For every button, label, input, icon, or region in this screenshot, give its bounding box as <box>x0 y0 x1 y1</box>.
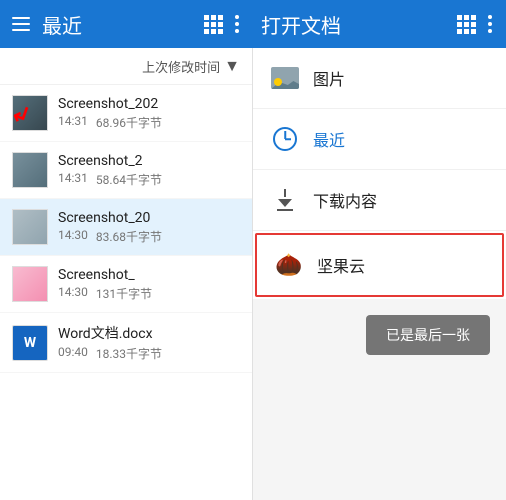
left-panel: ↱ 上次修改时间 ▼ Screenshot_202 14:31 <box>0 48 253 500</box>
file-meta: 14:31 68.96千字节 <box>58 114 240 131</box>
file-time: 14:30 <box>58 228 88 245</box>
file-thumbnail: W <box>12 325 48 361</box>
file-thumbnail <box>12 95 48 131</box>
file-thumbnail <box>12 152 48 188</box>
clock-icon <box>269 123 301 155</box>
left-panel-header: 最近 <box>0 0 253 48</box>
download-icon <box>269 184 301 216</box>
file-time: 14:31 <box>58 171 88 188</box>
menu-item-images[interactable]: 图片 <box>253 48 506 109</box>
menu-label-nutstore: 坚果云 <box>317 253 365 277</box>
list-item[interactable]: Screenshot_202 14:31 68.96千字节 <box>0 85 252 142</box>
file-name: Screenshot_202 <box>58 96 240 112</box>
file-size: 18.33千字节 <box>96 345 162 362</box>
menu-label-images: 图片 <box>313 66 345 90</box>
grid-view-icon[interactable] <box>204 15 223 34</box>
file-time: 14:30 <box>58 285 88 302</box>
file-info: Word文档.docx 09:40 18.33千字节 <box>58 323 240 362</box>
app-container: 最近 打开文档 <box>0 0 506 500</box>
file-thumbnail <box>12 209 48 245</box>
hamburger-menu[interactable] <box>8 13 34 35</box>
right-grid-view-icon[interactable] <box>457 15 476 34</box>
file-info: Screenshot_ 14:30 131千字节 <box>58 267 240 302</box>
left-more-icon[interactable] <box>229 13 245 35</box>
end-button-container: 已是最后一张 <box>253 299 506 371</box>
file-time: 09:40 <box>58 345 88 362</box>
file-info: Screenshot_202 14:31 68.96千字节 <box>58 96 240 131</box>
file-name: Screenshot_20 <box>58 210 240 226</box>
file-size: 68.96千字节 <box>96 114 162 131</box>
file-list: Screenshot_202 14:31 68.96千字节 Screenshot… <box>0 85 252 373</box>
file-info: Screenshot_2 14:31 58.64千字节 <box>58 153 240 188</box>
list-item[interactable]: Screenshot_2 14:31 58.64千字节 <box>0 142 252 199</box>
menu-item-downloads[interactable]: 下载内容 <box>253 170 506 231</box>
list-item[interactable]: W Word文档.docx 09:40 18.33千字节 <box>0 313 252 373</box>
file-info: Screenshot_20 14:30 83.68千字节 <box>58 210 240 245</box>
file-size: 131千字节 <box>96 285 152 302</box>
file-meta: 14:31 58.64千字节 <box>58 171 240 188</box>
menu-list: 图片 最近 <box>253 48 506 299</box>
file-name: Screenshot_ <box>58 267 240 283</box>
left-panel-title: 最近 <box>42 10 204 39</box>
file-name: Word文档.docx <box>58 323 240 343</box>
sort-bar[interactable]: 上次修改时间 ▼ <box>0 48 252 85</box>
right-panel-header: 打开文档 <box>253 0 506 48</box>
file-time: 14:31 <box>58 114 88 131</box>
file-size: 83.68千字节 <box>96 228 162 245</box>
main-content: ↱ 上次修改时间 ▼ Screenshot_202 14:31 <box>0 48 506 500</box>
menu-label-downloads: 下载内容 <box>313 188 377 212</box>
right-panel: 图片 最近 <box>253 48 506 500</box>
sort-arrow-icon: ▼ <box>224 56 240 76</box>
list-item[interactable]: Screenshot_20 14:30 83.68千字节 <box>0 199 252 256</box>
right-more-icon[interactable] <box>482 13 498 35</box>
top-bar: 最近 打开文档 <box>0 0 506 48</box>
right-panel-title: 打开文档 <box>261 10 457 39</box>
image-icon <box>269 62 301 94</box>
file-name: Screenshot_2 <box>58 153 240 169</box>
sort-label: 上次修改时间 <box>142 57 220 76</box>
file-meta: 14:30 83.68千字节 <box>58 228 240 245</box>
menu-item-nutstore[interactable]: 🌰 坚果云 <box>255 233 504 297</box>
list-item[interactable]: Screenshot_ 14:30 131千字节 <box>0 256 252 313</box>
menu-label-recent: 最近 <box>313 127 345 151</box>
end-button[interactable]: 已是最后一张 <box>366 315 490 355</box>
file-meta: 14:30 131千字节 <box>58 285 240 302</box>
menu-item-recent[interactable]: 最近 <box>253 109 506 170</box>
file-thumbnail <box>12 266 48 302</box>
file-size: 58.64千字节 <box>96 171 162 188</box>
file-meta: 09:40 18.33千字节 <box>58 345 240 362</box>
nutstore-icon: 🌰 <box>273 249 305 281</box>
